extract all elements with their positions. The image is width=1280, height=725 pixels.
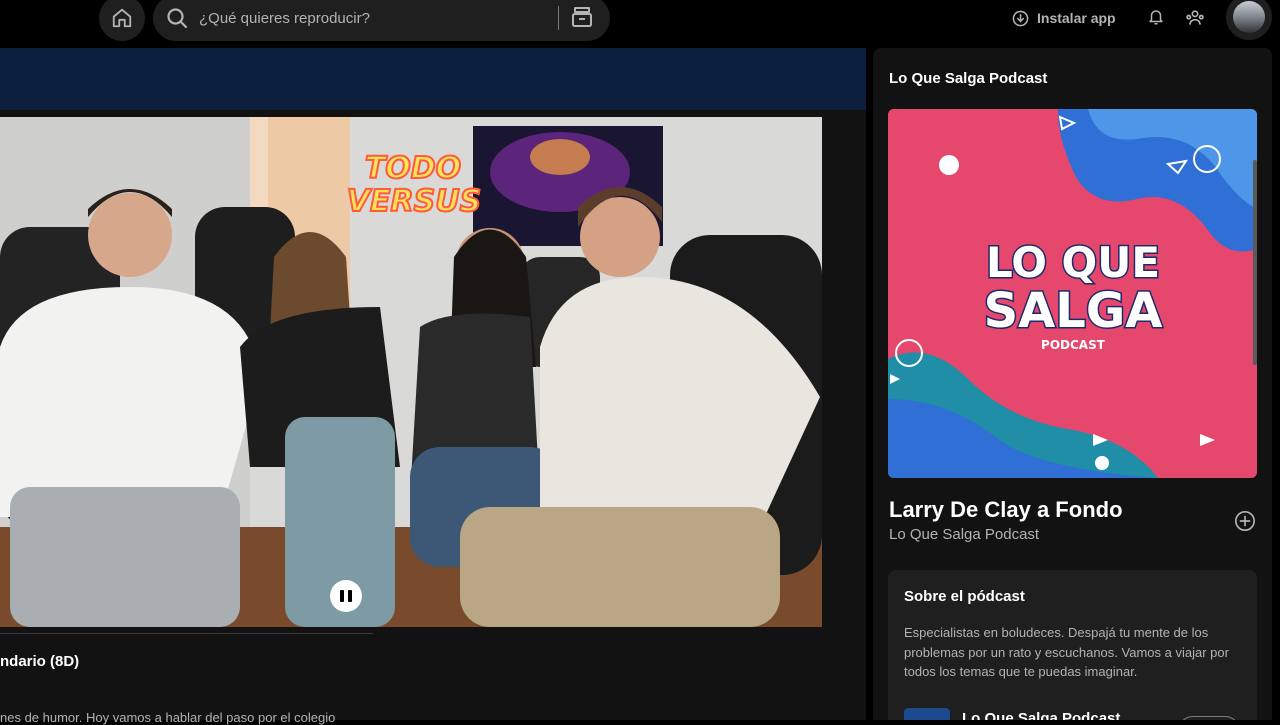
cover-line-3: PODCAST xyxy=(1041,338,1106,352)
home-button[interactable] xyxy=(99,0,145,41)
svg-text:TODO: TODO xyxy=(365,151,461,186)
episode-title[interactable]: Larry De Clay a Fondo xyxy=(889,497,1123,523)
about-description: Especialistas en boludeces. Despajá tu m… xyxy=(904,625,1229,679)
about-show-name[interactable]: Lo Que Salga Podcast xyxy=(962,710,1120,720)
svg-text:VERSUS: VERSUS xyxy=(347,184,481,219)
chapter-description: nes de humor. Hoy vamos a hablar del pas… xyxy=(0,710,336,725)
download-icon xyxy=(1012,10,1029,26)
main-view: TODO VERSUS ndario (8D) nes de humor. Ho… xyxy=(0,48,866,725)
pause-button[interactable] xyxy=(330,580,362,612)
avatar xyxy=(1233,1,1265,33)
profile-button[interactable] xyxy=(1226,0,1272,40)
follow-button[interactable] xyxy=(1178,716,1240,720)
add-circle-icon[interactable] xyxy=(1234,510,1256,532)
about-heading: Sobre el pódcast xyxy=(904,588,1025,605)
search-input[interactable] xyxy=(199,6,529,30)
search-divider xyxy=(558,6,559,30)
pause-icon xyxy=(340,590,344,602)
bell-icon[interactable] xyxy=(1147,8,1165,26)
now-playing-panel: Lo Que Salga Podcast LO QUE SALGA PODCAS… xyxy=(873,48,1272,720)
install-app-link[interactable]: Instalar app xyxy=(1012,8,1116,28)
header-banner xyxy=(0,48,866,110)
browse-icon[interactable] xyxy=(570,5,594,29)
search-icon xyxy=(167,8,188,29)
home-icon xyxy=(112,8,132,28)
divider xyxy=(0,633,373,634)
show-thumbnail[interactable] xyxy=(904,708,950,720)
friend-activity-icon[interactable] xyxy=(1185,8,1205,28)
podcast-cover[interactable]: LO QUE SALGA PODCAST xyxy=(888,109,1257,478)
search-bar[interactable] xyxy=(153,0,610,41)
chapter-title: ndario (8D) xyxy=(0,653,80,670)
video-player[interactable]: TODO VERSUS xyxy=(0,117,822,627)
cover-line-1: LO QUE xyxy=(986,238,1160,287)
panel-title: Lo Que Salga Podcast xyxy=(889,70,1048,87)
about-podcast-card: Sobre el pódcast Especialistas en bolude… xyxy=(888,570,1257,720)
top-bar: Instalar app xyxy=(0,0,1280,44)
neon-sign: TODO VERSUS xyxy=(346,150,482,220)
install-app-label: Instalar app xyxy=(1037,10,1116,26)
panel-scrollbar[interactable] xyxy=(1253,160,1257,365)
cover-art: LO QUE SALGA PODCAST xyxy=(888,109,1257,478)
cover-line-2: SALGA xyxy=(984,283,1163,339)
video-frame: TODO VERSUS xyxy=(0,117,822,627)
episode-show-link[interactable]: Lo Que Salga Podcast xyxy=(889,526,1039,543)
